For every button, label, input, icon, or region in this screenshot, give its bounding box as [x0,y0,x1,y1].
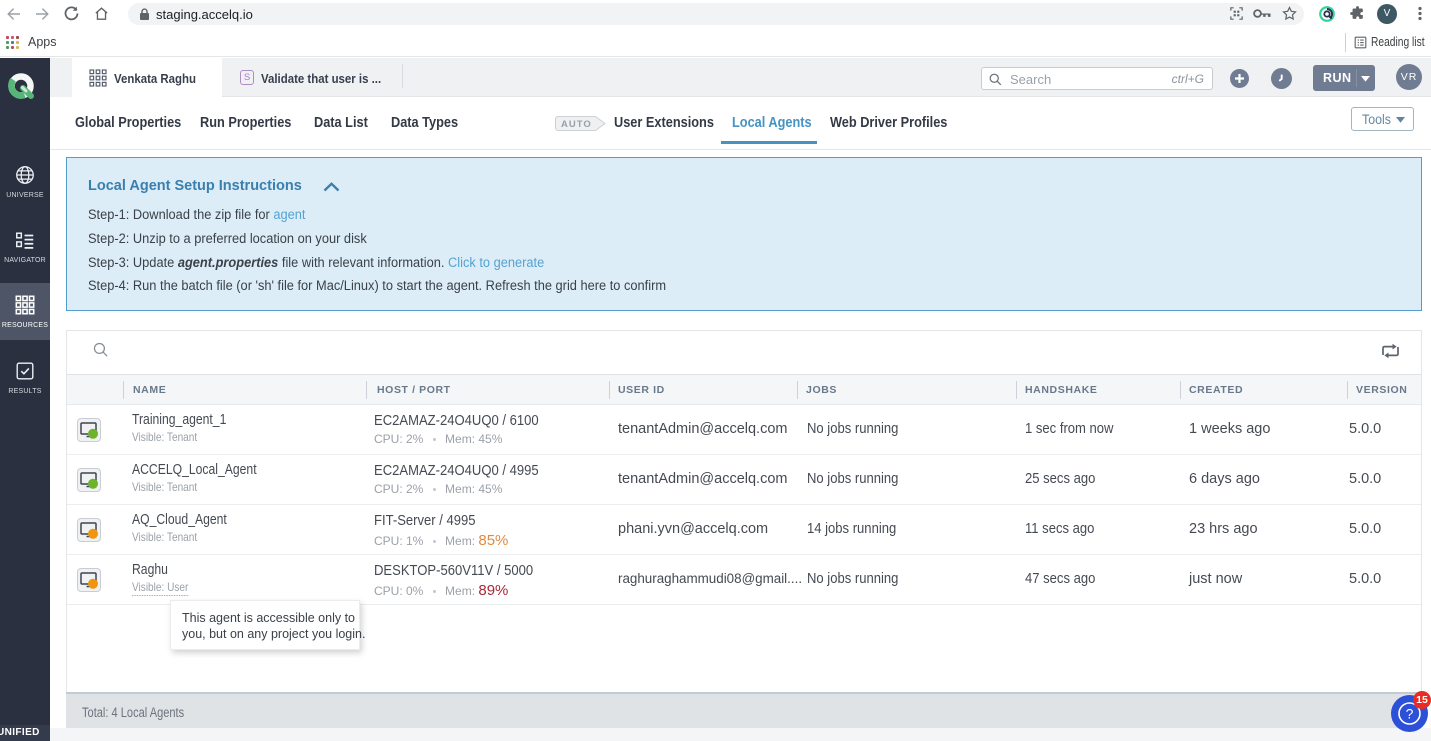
svg-text:?: ? [1406,706,1414,722]
